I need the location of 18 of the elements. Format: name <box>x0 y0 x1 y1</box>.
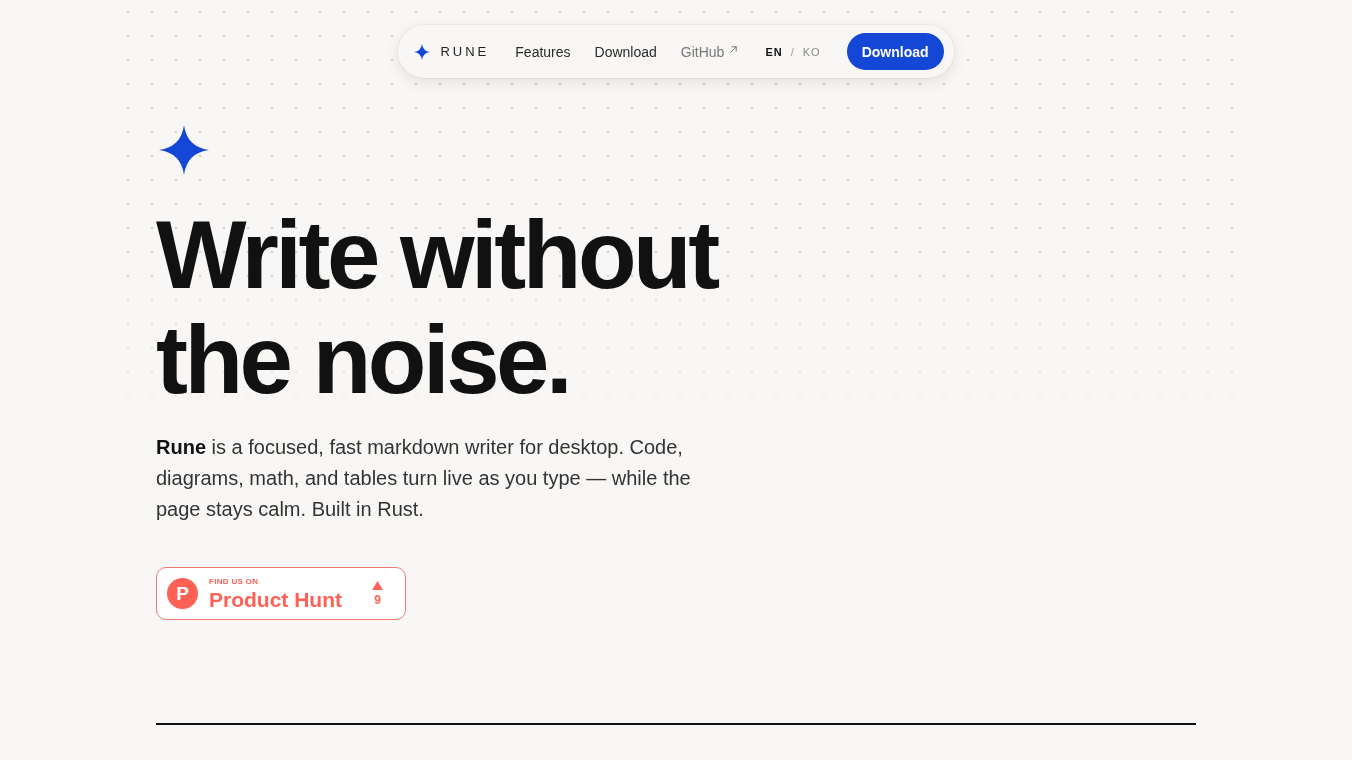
arrow-up-right-icon <box>729 45 739 54</box>
upvote-count: 9 <box>374 592 381 607</box>
hero-heading: Write without the noise. <box>156 202 717 412</box>
hero-description: Rune is a focused, fast markdown writer for desktop. Code, diagrams, math, and tables turn live as you type — while the page stays calm. Built in Rust. <box>156 435 692 522</box>
nav-link[interactable]: GitHub <box>680 43 739 60</box>
sparkle-icon <box>414 43 431 60</box>
badge-eyebrow-text: FIND US ON <box>209 576 260 587</box>
product-hunt-logo: P <box>167 578 198 609</box>
language-option[interactable]: KO <box>802 45 821 58</box>
nav-link[interactable]: Download <box>594 43 657 60</box>
language-option[interactable]: EN <box>765 45 783 58</box>
badge-title: Product Hunt <box>209 588 342 611</box>
sparkle-icon <box>159 125 209 175</box>
separator-slash: / <box>790 45 795 58</box>
download-button[interactable]: Download <box>846 33 944 70</box>
logo-text: RUNE <box>440 44 490 59</box>
up-triangle-icon <box>372 580 383 590</box>
nav-link[interactable]: Features <box>515 43 571 60</box>
